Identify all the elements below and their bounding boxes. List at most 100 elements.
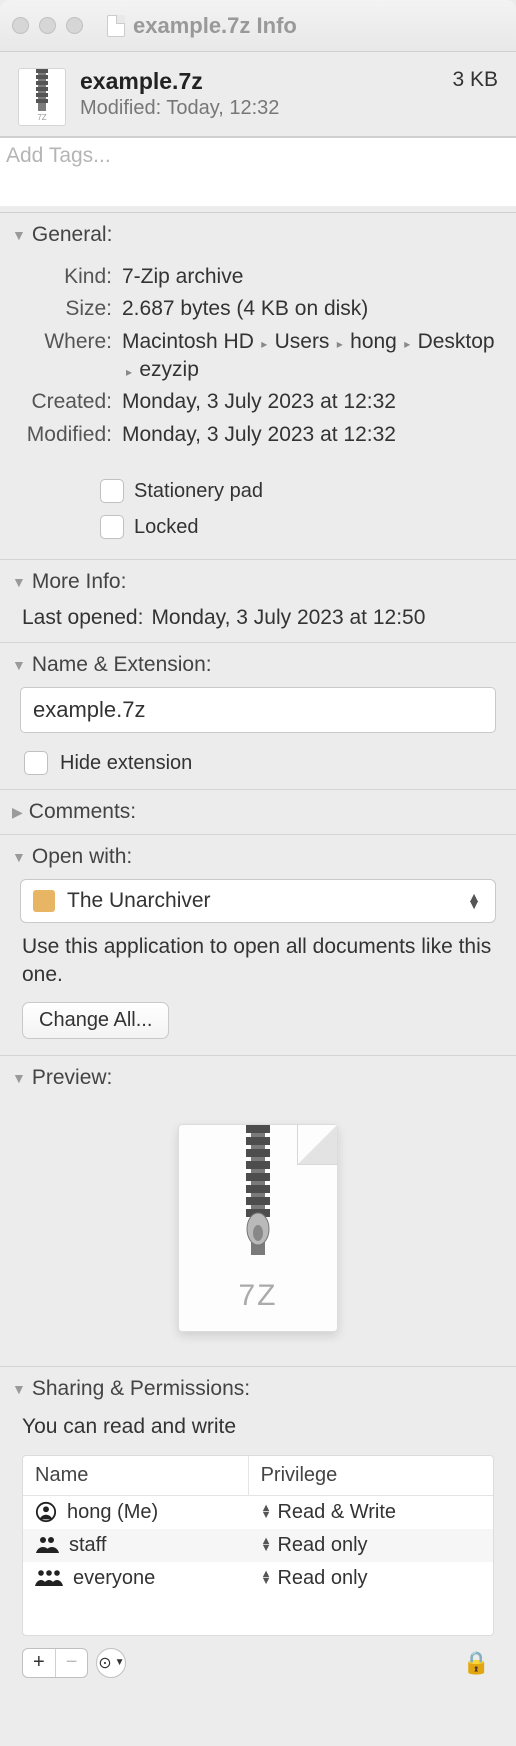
hide-extension-checkbox[interactable] — [24, 751, 48, 775]
open-with-app: The Unarchiver — [67, 889, 211, 913]
user-name: everyone — [73, 1567, 155, 1590]
privilege-value: Read only — [277, 1567, 367, 1590]
where-label: Where: — [0, 328, 112, 385]
stepper-arrows-icon: ▲▼ — [261, 1538, 272, 1552]
privilege-select[interactable]: ▲▼Read only — [249, 1562, 493, 1595]
general-header[interactable]: ▼ General: — [0, 213, 516, 257]
section-title: General: — [32, 223, 113, 247]
app-icon — [33, 890, 55, 912]
created-label: Created: — [0, 388, 112, 416]
ellipsis-icon: ⊙ — [98, 1653, 111, 1673]
chevron-down-icon: ▼ — [115, 1657, 125, 1668]
user-icon — [35, 1535, 59, 1555]
modified-value: Monday, 3 July 2023 at 12:32 — [122, 421, 516, 449]
open-with-select[interactable]: The Unarchiver ▲▼ — [20, 879, 496, 923]
page-fold-icon — [297, 1125, 337, 1165]
privilege-select[interactable]: ▲▼ Read only — [249, 1529, 493, 1562]
close-window-button[interactable] — [12, 17, 29, 34]
table-row — [23, 1595, 493, 1635]
preview-ext-label: 7Z — [238, 1279, 277, 1313]
open-with-header[interactable]: ▼ Open with: — [0, 835, 516, 879]
chevron-right-icon: ▶ — [12, 804, 23, 821]
open-with-description: Use this application to open all documen… — [0, 933, 516, 1002]
chevron-down-icon: ▼ — [12, 1070, 26, 1086]
hide-extension-label: Hide extension — [60, 752, 192, 775]
privilege-select[interactable]: ▲▼Read & Write — [249, 1496, 493, 1529]
section-title: Preview: — [32, 1066, 113, 1090]
add-permission-button[interactable]: + — [23, 1649, 56, 1677]
more-info-section: ▼ More Info: Last opened: Monday, 3 July… — [0, 560, 516, 643]
section-title: Sharing & Permissions: — [32, 1377, 250, 1401]
window-controls — [12, 17, 83, 34]
user-name: hong (Me) — [67, 1501, 158, 1524]
zipper-icon — [35, 69, 49, 111]
stationery-pad-label: Stationery pad — [134, 480, 263, 503]
sharing-permissions-header[interactable]: ▼ Sharing & Permissions: — [0, 1367, 516, 1411]
window-title-area: example.7z Info — [107, 13, 297, 39]
where-value: Macintosh HD ▸ Users ▸ hong ▸ Desktop ▸ … — [122, 328, 516, 385]
privilege-value: Read & Write — [277, 1501, 396, 1524]
kind-label: Kind: — [0, 263, 112, 291]
action-menu-button[interactable]: ⊙▼ — [96, 1648, 126, 1678]
zoom-window-button[interactable] — [66, 17, 83, 34]
chevron-down-icon: ▼ — [12, 227, 26, 243]
locked-row: Locked — [0, 509, 516, 545]
name-extension-section: ▼ Name & Extension: Hide extension — [0, 643, 516, 790]
size-label: Size: — [0, 295, 112, 323]
col-privilege-header[interactable]: Privilege — [249, 1456, 493, 1495]
file-icon — [107, 15, 125, 37]
preview-header[interactable]: ▼ Preview: — [0, 1056, 516, 1100]
info-window: example.7z Info 7Z example.7z Modified: … — [0, 0, 516, 1696]
summary-header: 7Z example.7z Modified: Today, 12:32 3 K… — [0, 52, 516, 137]
name-extension-header[interactable]: ▼ Name & Extension: — [0, 643, 516, 687]
titlebar[interactable]: example.7z Info — [0, 0, 516, 52]
sharing-permissions-section: ▼ Sharing & Permissions: You can read an… — [0, 1367, 516, 1696]
add-remove-segmented: + − — [22, 1648, 88, 1678]
file-name: example.7z — [80, 68, 438, 95]
user-icon — [35, 1568, 63, 1588]
preview-thumbnail[interactable]: 7Z — [178, 1124, 338, 1332]
open-with-section: ▼ Open with: The Unarchiver ▲▼ Use this … — [0, 835, 516, 1056]
locked-label: Locked — [134, 516, 199, 539]
section-title: Open with: — [32, 845, 132, 869]
change-all-button[interactable]: Change All... — [22, 1002, 169, 1039]
remove-permission-button[interactable]: − — [56, 1649, 88, 1677]
user-name: staff — [69, 1534, 106, 1557]
stationery-pad-row: Stationery pad — [0, 473, 516, 509]
table-row[interactable]: hong (Me) ▲▼Read & Write — [23, 1496, 493, 1529]
minimize-window-button[interactable] — [39, 17, 56, 34]
section-title: Name & Extension: — [32, 653, 212, 677]
col-name-header[interactable]: Name — [23, 1456, 249, 1495]
preview-section: ▼ Preview: 7Z — [0, 1056, 516, 1367]
tags-input[interactable] — [0, 138, 516, 206]
sharing-description: You can read and write — [0, 1411, 516, 1455]
created-value: Monday, 3 July 2023 at 12:32 — [122, 388, 516, 416]
lock-icon[interactable]: 🔒 — [463, 1650, 494, 1676]
chevron-down-icon: ▼ — [12, 849, 26, 865]
table-row[interactable]: everyone ▲▼Read only — [23, 1562, 493, 1595]
user-icon — [35, 1501, 57, 1523]
stationery-pad-checkbox[interactable] — [100, 479, 124, 503]
locked-checkbox[interactable] — [100, 515, 124, 539]
chevron-down-icon: ▼ — [12, 657, 26, 673]
select-arrows-icon: ▲▼ — [467, 894, 481, 908]
privilege-value: Read only — [277, 1534, 367, 1557]
more-info-header[interactable]: ▼ More Info: — [0, 560, 516, 604]
table-row[interactable]: staff ▲▼ Read only — [23, 1529, 493, 1562]
last-opened-value: Monday, 3 July 2023 at 12:50 — [151, 606, 425, 630]
comments-header[interactable]: ▶ Comments: — [0, 790, 516, 834]
chevron-down-icon: ▼ — [12, 574, 26, 590]
file-icon[interactable]: 7Z — [18, 68, 66, 126]
section-title: More Info: — [32, 570, 127, 594]
modified-label: Modified: — [0, 421, 112, 449]
section-title: Comments: — [29, 800, 136, 824]
hide-extension-row: Hide extension — [0, 745, 516, 789]
name-extension-input[interactable] — [20, 687, 496, 733]
zipper-icon — [243, 1125, 273, 1255]
file-size: 3 KB — [452, 68, 498, 92]
last-opened-label: Last opened: — [22, 606, 143, 630]
permissions-table: Name Privilege hong (Me)▲▼Read & Writest… — [22, 1455, 494, 1636]
file-ext-label: 7Z — [37, 113, 46, 122]
permissions-controls: + − ⊙▼ 🔒 — [0, 1636, 516, 1696]
file-modified: Modified: Today, 12:32 — [80, 97, 438, 120]
